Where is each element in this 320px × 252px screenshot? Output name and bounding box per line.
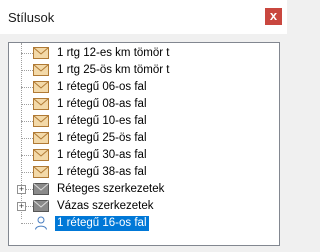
tree-item-label: 1 rétegű 16-os fal [55, 216, 149, 231]
tree-item-label: 1 rétegű 38-as fal [57, 166, 147, 178]
gray-envelope-icon [33, 182, 49, 196]
tree-item[interactable]: 1 rtg 12-es km tömör t [9, 45, 277, 62]
envelope-icon [33, 165, 49, 179]
envelope-icon [33, 114, 49, 128]
envelope-icon [33, 46, 49, 60]
tree-item-label: Réteges szerkezetek [57, 183, 165, 195]
tree-item-label: 1 rétegű 06-os fal [57, 81, 147, 93]
tree-item-label: 1 rétegű 10-es fal [57, 115, 147, 127]
tree-item[interactable]: 1 rétegű 25-ös fal [9, 130, 277, 147]
tree-item-label: 1 rétegű 08-as fal [57, 98, 147, 110]
tree-item[interactable]: 1 rétegű 38-as fal [9, 164, 277, 181]
close-button[interactable]: x [265, 8, 282, 25]
tree-item-label: 1 rétegű 30-as fal [57, 149, 147, 161]
styles-tree-panel[interactable]: 1 rtg 12-es km tömör t 1 rtg 25-ös km tö… [8, 42, 280, 246]
title-bar: Stílusok x [0, 0, 287, 34]
tree-item[interactable]: 1 rtg 25-ös km tömör t [9, 62, 277, 79]
tree-item[interactable]: 1 rétegű 10-es fal [9, 113, 277, 130]
envelope-icon [33, 148, 49, 162]
envelope-icon [33, 80, 49, 94]
envelope-icon [33, 97, 49, 111]
styles-tree: 1 rtg 12-es km tömör t 1 rtg 25-ös km tö… [9, 43, 279, 245]
tree-item-label: 1 rtg 12-es km tömör t [57, 47, 170, 59]
tree-item-label: 1 rétegű 25-ös fal [57, 132, 147, 144]
tree-item-label: Vázas szerkezetek [57, 200, 154, 212]
envelope-icon [33, 63, 49, 77]
window-title: Stílusok [8, 10, 55, 25]
tree-item[interactable]: 1 rétegű 30-as fal [9, 147, 277, 164]
expand-toggle[interactable]: + [17, 185, 26, 194]
tree-item-folder[interactable]: + Vázas szerkezetek [9, 198, 277, 215]
tree-item[interactable]: 1 rétegű 08-as fal [9, 96, 277, 113]
tree-item-selected[interactable]: 1 rétegű 16-os fal [9, 215, 277, 232]
tree-item-folder[interactable]: + Réteges szerkezetek [9, 181, 277, 198]
tree-item-label: 1 rtg 25-ös km tömör t [57, 64, 170, 76]
envelope-icon [33, 131, 49, 145]
expand-toggle[interactable]: + [17, 202, 26, 211]
gray-envelope-icon [33, 199, 49, 213]
person-icon [33, 216, 49, 230]
tree-item[interactable]: 1 rétegű 06-os fal [9, 79, 277, 96]
